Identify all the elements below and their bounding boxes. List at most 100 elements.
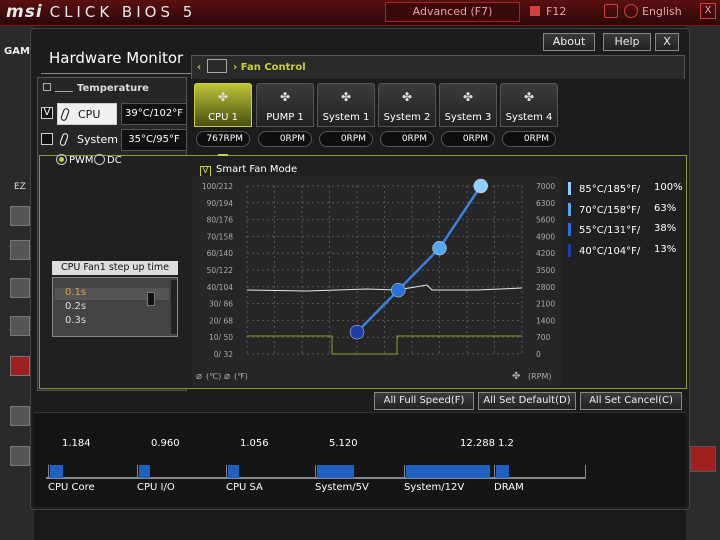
fan-tab-5[interactable]: ✤ System 3: [439, 83, 497, 127]
sensor-value: 35°C/95°F: [121, 129, 187, 151]
dc-radio-dot: [94, 154, 105, 165]
fan-tab-2[interactable]: ✤ PUMP 1: [256, 83, 314, 127]
fan-control-label[interactable]: ‹ › Fan Control: [197, 59, 306, 73]
help-button[interactable]: Help: [603, 33, 651, 51]
all-set-default-button[interactable]: All Set Default(D): [478, 392, 576, 410]
voltage-value: 1.2: [498, 438, 514, 449]
bios-close-button[interactable]: X: [700, 3, 716, 19]
step-option[interactable]: 0.1s: [65, 287, 86, 298]
step-option[interactable]: 0.2s: [65, 301, 86, 312]
fan-tab-3[interactable]: ✤ System 1: [317, 83, 375, 127]
curve-point: [432, 240, 447, 256]
fan-icon: ✤: [462, 90, 474, 104]
thermometer-icon: [58, 132, 70, 147]
fan-tab-6[interactable]: ✤ System 4: [500, 83, 558, 127]
legend-row: 85°C/185°F/100%: [568, 182, 683, 195]
pwm-label: PWM: [69, 155, 94, 166]
voltage-label: System/12V: [404, 482, 465, 493]
fan-rpm-readout: 0RPM: [380, 131, 434, 147]
step-scrollbar[interactable]: [171, 280, 177, 334]
fan-tab-label: System 1: [322, 112, 370, 123]
right-icon[interactable]: [690, 446, 716, 472]
fan-control-title: Fan Control: [240, 62, 306, 73]
right-tick-label: 7000: [536, 182, 555, 191]
globe-icon: [624, 4, 638, 18]
all-full-speed-button[interactable]: All Full Speed(F): [374, 392, 474, 410]
voltage-bar: [228, 465, 239, 478]
fan-tab-1[interactable]: ✤ CPU 1: [194, 83, 252, 127]
voltage-value: 12.288: [460, 438, 495, 449]
language-selector[interactable]: English: [604, 4, 682, 18]
sidebar-icon-1[interactable]: [10, 206, 30, 226]
left-tick-label: 10/ 50: [209, 333, 233, 342]
fan-control-icon: [207, 59, 228, 73]
voltage-label: System/5V: [315, 482, 369, 493]
legend-bar: [568, 203, 571, 216]
fan-tab-label: CPU 1: [208, 112, 238, 123]
chevron-right-icon: ›: [233, 62, 238, 73]
sensor-row-cpu[interactable]: V CPU 39°C/102°F: [41, 103, 187, 125]
sidebar-icon-2[interactable]: [10, 240, 30, 260]
step-up-title: CPU Fan1 step up time: [52, 261, 178, 275]
active-tab-underline: [218, 154, 228, 156]
legend-temp: 70°C/158°F/: [579, 205, 641, 216]
voltage-value: 1.056: [240, 438, 269, 449]
msi-logo: msi CLICK BIOS 5: [6, 2, 196, 22]
fan-icon: ✤: [279, 90, 291, 104]
legend-temp: 55°C/131°F/: [579, 225, 641, 236]
window-close-button[interactable]: X: [655, 33, 679, 51]
sidebar-icon-5[interactable]: [10, 356, 30, 376]
voltage-tick: [226, 465, 227, 479]
dc-label: DC: [107, 155, 122, 166]
voltage-bar: [496, 465, 509, 478]
sidebar-icon-3[interactable]: [10, 278, 30, 298]
right-tick-label: 0: [536, 350, 541, 359]
temperature-header[interactable]: Temperature: [43, 82, 149, 94]
fan-rpm-readout: 0RPM: [258, 131, 312, 147]
right-tick-label: 5600: [536, 216, 555, 225]
screenshot-button[interactable]: F12: [530, 5, 566, 18]
voltage-label: CPU Core: [48, 482, 95, 493]
fan-tab-4[interactable]: ✤ System 2: [378, 83, 436, 127]
left-tick-label: 30/ 86: [209, 300, 233, 309]
fan-tab-label: System 2: [383, 112, 431, 123]
legend-pct: 100%: [654, 182, 683, 193]
sensor-row-system[interactable]: System 35°C/95°F: [41, 129, 187, 151]
advanced-mode-tab[interactable]: Advanced (F7): [385, 2, 520, 22]
sidebar-icon-4[interactable]: [10, 316, 30, 336]
step-option[interactable]: 0.3s: [65, 315, 86, 326]
left-tick-label: 70/158: [207, 232, 234, 241]
logo-text: CLICK BIOS 5: [49, 3, 197, 21]
sensor-checkbox[interactable]: V: [41, 107, 53, 119]
fan-icon: ✤: [401, 90, 413, 104]
curve-point: [473, 178, 488, 194]
voltage-tick: [494, 465, 495, 479]
curve-point: [391, 282, 406, 298]
fan-icon: ✤: [512, 371, 520, 382]
legend-row: 55°C/131°F/38%: [568, 223, 676, 236]
dc-radio[interactable]: DC: [94, 154, 122, 166]
sensor-label[interactable]: System: [57, 129, 118, 151]
step-knob[interactable]: [147, 292, 155, 306]
pwm-radio[interactable]: PWM: [56, 154, 94, 166]
about-button[interactable]: About: [543, 33, 595, 51]
right-tick-label: 2800: [536, 283, 555, 292]
voltage-tick: [137, 465, 138, 479]
sensor-label[interactable]: CPU: [57, 103, 117, 125]
legend-temp: 40°C/104°F/: [579, 246, 641, 257]
bios-right-panel: [686, 26, 720, 540]
bios-top-bar: msi CLICK BIOS 5 Advanced (F7) F12 Engli…: [0, 0, 720, 26]
voltage-label: CPU I/O: [137, 482, 175, 493]
voltage-bar: [139, 465, 150, 478]
fan-curve-chart[interactable]: 100/212 700090/194 630080/176 560070/158 490…: [192, 176, 562, 386]
sensor-checkbox[interactable]: [41, 133, 53, 145]
fan-rpm-readout: 0RPM: [319, 131, 373, 147]
step-up-list[interactable]: 0.1s 0.2s 0.3s: [52, 277, 178, 337]
sidebar-icon-6[interactable]: [10, 406, 30, 426]
all-set-cancel-button[interactable]: All Set Cancel(C): [580, 392, 682, 410]
right-tick-label: 4200: [536, 249, 555, 258]
left-tick-label: 50/122: [207, 266, 234, 275]
sidebar-icon-7[interactable]: [10, 446, 30, 466]
voltage-value: 0.960: [151, 438, 180, 449]
fan-rpm-readout: 0RPM: [502, 131, 556, 147]
